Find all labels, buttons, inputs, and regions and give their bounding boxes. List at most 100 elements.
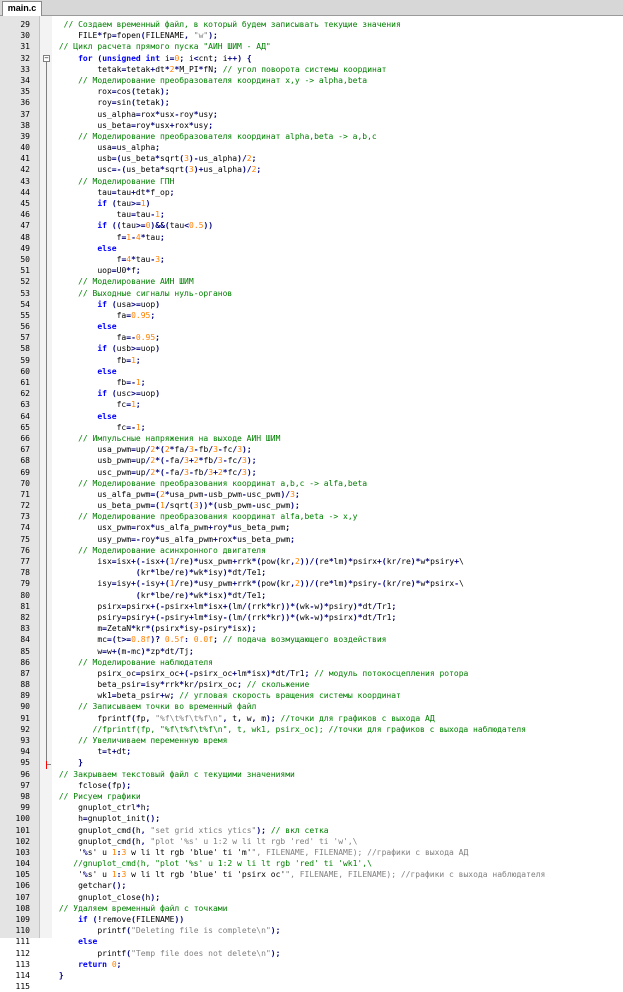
code-line[interactable]: 112 printf("Temp file does not delete\n"… — [0, 948, 623, 959]
code-line[interactable]: 108 // Удаляем временный файл с точками — [0, 903, 623, 914]
code-line[interactable]: 49 else — [0, 243, 623, 254]
code-line[interactable]: 92 //fprintf(fp, "%f\t%f\t%f\n", t, wk1,… — [0, 724, 623, 735]
code-text[interactable]: usx_pwm=rox*us_alfa_pwm+roy*us_beta_pwm; — [54, 522, 290, 533]
code-line[interactable]: 31 // Цикл расчета прямого пуска "АИН ШИ… — [0, 41, 623, 52]
code-line[interactable]: 29 // Создаем временный файл, в который … — [0, 19, 623, 30]
code-line[interactable]: 65 fc=-1; — [0, 422, 623, 433]
code-text[interactable]: us_alpha=rox*usx-roy*usy; — [54, 109, 218, 120]
code-text[interactable]: tetak=tetak+dt*2*M_PI*fN; // угол поворо… — [54, 64, 386, 75]
code-text[interactable]: // Моделирование преобразователя координ… — [54, 75, 367, 86]
code-text[interactable]: '%s' u 1:3 w li lt rgb 'blue' ti 'psirx … — [54, 869, 545, 880]
code-text[interactable]: fc=-1; — [54, 422, 146, 433]
code-line[interactable]: 82 psiry=psiry+(-psiry+lm*isy-(lm/(rrk*k… — [0, 612, 623, 623]
code-line[interactable]: 98 // Рисуем графики — [0, 791, 623, 802]
code-line[interactable]: 66 // Импульсные напряжения на выходе АИ… — [0, 433, 623, 444]
code-line[interactable]: 100 h=gnuplot_init(); — [0, 813, 623, 824]
code-line[interactable]: 54 if (usa>=uop) — [0, 299, 623, 310]
code-text[interactable]: usc=-(us_beta*sqrt(3)+us_alpha)/2; — [54, 164, 261, 175]
code-text[interactable]: if (usa>=uop) — [54, 299, 160, 310]
code-text[interactable]: gnuplot_cmd(h, "plot '%s' u 1:2 w li lt … — [54, 836, 357, 847]
code-text[interactable]: h=gnuplot_init(); — [54, 813, 160, 824]
code-text[interactable]: // Моделирование преобразователя координ… — [54, 131, 377, 142]
code-text[interactable]: if (usc>=uop) — [54, 388, 160, 399]
code-text[interactable]: t=t+dt; — [54, 746, 131, 757]
code-text[interactable]: usb=(us_beta*sqrt(3)-us_alpha)/2; — [54, 153, 256, 164]
code-line[interactable]: 34 // Моделирование преобразователя коор… — [0, 75, 623, 86]
code-line[interactable]: 36 roy=sin(tetak); — [0, 97, 623, 108]
code-line[interactable]: 78 (kr*lbe/re)*wk*isy)*dt/Te1; — [0, 567, 623, 578]
tab-main-c[interactable]: main.c — [2, 1, 42, 16]
code-text[interactable]: if (!remove(FILENAME)) — [54, 914, 184, 925]
code-text[interactable]: '%s' u 1:3 w li lt rgb 'blue' ti 'm'", F… — [54, 847, 468, 858]
code-text[interactable]: f=1-4*tau; — [54, 232, 165, 243]
code-text[interactable]: } — [54, 757, 83, 768]
code-line[interactable]: 72 us_beta_pwm=(1/sqrt(3))*(usb_pwm-usc_… — [0, 500, 623, 511]
code-line[interactable]: 35 rox=cos(tetak); — [0, 86, 623, 97]
code-line[interactable]: 102 gnuplot_cmd(h, "plot '%s' u 1:2 w li… — [0, 836, 623, 847]
code-line[interactable]: 33 tetak=tetak+dt*2*M_PI*fN; // угол пов… — [0, 64, 623, 75]
code-text[interactable]: wk1=beta_psir+w; // угловая скорость вра… — [54, 690, 401, 701]
code-text[interactable]: // Увеличиваем переменную время — [54, 735, 227, 746]
code-line[interactable]: 94 t=t+dt; — [0, 746, 623, 757]
code-text[interactable]: f=4*tau-3; — [54, 254, 165, 265]
code-text[interactable]: // Создаем временный файл, в который буд… — [54, 19, 401, 30]
code-line[interactable]: 52 // Моделирование АИН ШИМ — [0, 276, 623, 287]
code-line[interactable]: 48 f=1-4*tau; — [0, 232, 623, 243]
code-text[interactable]: fprintf(fp, "%f\t%f\t%f\n", t, w, m); //… — [54, 713, 434, 724]
code-text[interactable]: fb=-1; — [54, 377, 146, 388]
code-line[interactable]: 77 isx=isx+(-isx+(1/re)*usx_pwm+rrk*(pow… — [0, 556, 623, 567]
code-text[interactable]: us_beta=roy*usx+rox*usy; — [54, 120, 213, 131]
code-text[interactable]: // Закрываем текстовый файл с текущими з… — [54, 769, 295, 780]
code-line[interactable]: 62 if (usc>=uop) — [0, 388, 623, 399]
code-editor[interactable]: 29 // Создаем временный файл, в который … — [0, 16, 623, 991]
code-line[interactable]: 60 else — [0, 366, 623, 377]
code-line[interactable]: 114 } — [0, 970, 623, 981]
code-line[interactable]: 74 usx_pwm=rox*us_alfa_pwm+roy*us_beta_p… — [0, 522, 623, 533]
code-text[interactable]: printf("Temp file does not delete\n"); — [54, 948, 280, 959]
code-line[interactable]: 59 fb=1; — [0, 355, 623, 366]
code-text[interactable]: isx=isx+(-isx+(1/re)*usx_pwm+rrk*(pow(kr… — [54, 556, 464, 567]
code-text[interactable]: (kr*lbe/re)*wk*isx)*dt/Te1; — [54, 590, 266, 601]
code-text[interactable]: else — [54, 243, 116, 254]
code-line[interactable]: 40 usa=us_alpha; — [0, 142, 623, 153]
code-line[interactable]: 84 mc=(t>=0.8f)? 0.5f: 0.0f; // подача в… — [0, 634, 623, 645]
code-line[interactable]: 61 fb=-1; — [0, 377, 623, 388]
code-line[interactable]: 58 if (usb>=uop) — [0, 343, 623, 354]
code-line[interactable]: 103 '%s' u 1:3 w li lt rgb 'blue' ti 'm'… — [0, 847, 623, 858]
code-text[interactable]: // Выходные сигналы нуль-органов — [54, 288, 232, 299]
code-text[interactable]: FILE*fp=fopen(FILENAME, "w"); — [54, 30, 218, 41]
code-line[interactable]: 96 // Закрываем текстовый файл с текущим… — [0, 769, 623, 780]
code-text[interactable]: if ((tau>=0)&&(tau<0.5)) — [54, 220, 213, 231]
code-line[interactable]: 97 fclose(fp); — [0, 780, 623, 791]
code-line[interactable]: 105 '%s' u 1:3 w li lt rgb 'blue' ti 'ps… — [0, 869, 623, 880]
code-text[interactable]: m=ZetaN*kr*(psirx*isy-psiry*isx); — [54, 623, 256, 634]
code-text[interactable]: getchar(); — [54, 880, 126, 891]
code-text[interactable]: us_beta_pwm=(1/sqrt(3))*(usb_pwm-usc_pwm… — [54, 500, 299, 511]
code-line[interactable]: 109 if (!remove(FILENAME)) — [0, 914, 623, 925]
code-text[interactable]: beta_psir=isy*rrk*kr/psirx_oc; // скольж… — [54, 679, 309, 690]
code-line[interactable]: 83 m=ZetaN*kr*(psirx*isy-psiry*isx); — [0, 623, 623, 634]
code-text[interactable]: usa_pwm=up/2*(2*fa/3-fb/3-fc/3); — [54, 444, 251, 455]
code-text[interactable]: roy=sin(tetak); — [54, 97, 169, 108]
code-text[interactable]: isy=isy+(-isy+(1/re)*usy_pwm+rrk*(pow(kr… — [54, 578, 464, 589]
code-line[interactable]: 63 fc=1; — [0, 399, 623, 410]
code-text[interactable]: // Импульсные напряжения на выходе АИН Ш… — [54, 433, 280, 444]
code-line[interactable]: 37 us_alpha=rox*usx-roy*usy; — [0, 109, 623, 120]
code-text[interactable]: return 0; — [54, 959, 121, 970]
code-text[interactable]: gnuplot_ctrl*h; — [54, 802, 150, 813]
code-line[interactable]: 93 // Увеличиваем переменную время — [0, 735, 623, 746]
code-text[interactable]: else — [54, 366, 116, 377]
code-line[interactable]: 67 usa_pwm=up/2*(2*fa/3-fb/3-fc/3); — [0, 444, 623, 455]
code-line[interactable]: 32 for (unsigned int i=0; i<cnt; i++) { — [0, 53, 623, 64]
code-text[interactable]: gnuplot_close(h); — [54, 892, 160, 903]
code-line[interactable]: 71 us_alfa_pwm=(2*usa_pwm-usb_pwm-usc_pw… — [0, 489, 623, 500]
code-line[interactable]: 89 wk1=beta_psir+w; // угловая скорость … — [0, 690, 623, 701]
code-line[interactable]: 41 usb=(us_beta*sqrt(3)-us_alpha)/2; — [0, 153, 623, 164]
code-text[interactable]: tau=tau-1; — [54, 209, 165, 220]
code-text[interactable]: // Рисуем графики — [54, 791, 141, 802]
code-text[interactable]: if (tau>=1) — [54, 198, 150, 209]
code-line[interactable]: 73 // Моделирование преобразования коорд… — [0, 511, 623, 522]
code-line[interactable]: 70 // Моделирование преобразования коорд… — [0, 478, 623, 489]
code-text[interactable]: // Моделирование преобразования координа… — [54, 511, 357, 522]
code-line[interactable]: 45 if (tau>=1) — [0, 198, 623, 209]
